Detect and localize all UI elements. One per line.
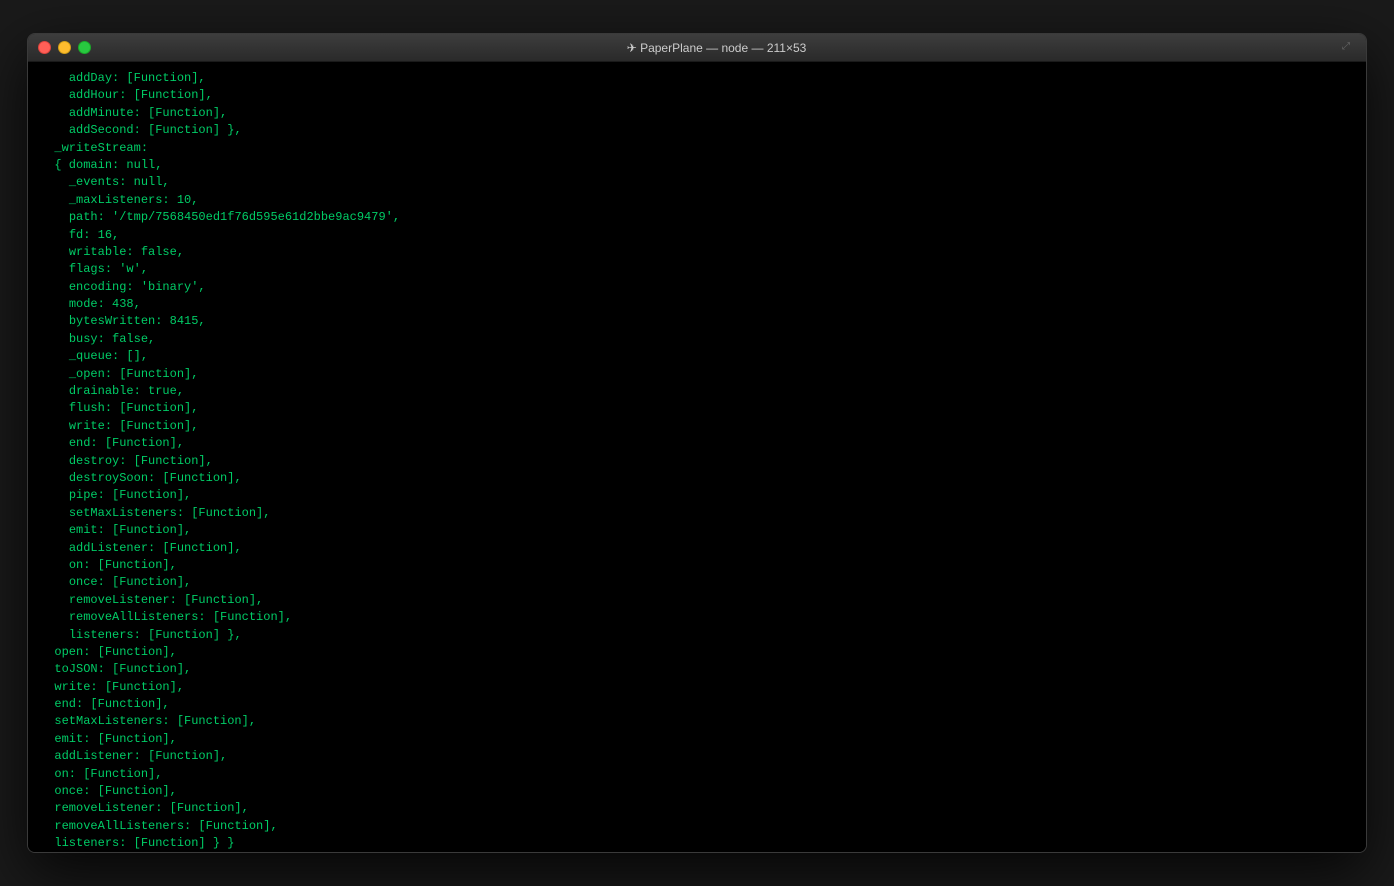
close-button[interactable] [38,41,51,54]
plane-icon: ✈ [627,41,640,55]
minimize-button[interactable] [58,41,71,54]
maximize-button[interactable] [78,41,91,54]
terminal-window: ✈ PaperPlane — node — 211×53 ⤢ addDay: [… [27,33,1367,853]
window-title: ✈ PaperPlane — node — 211×53 [91,41,1342,55]
title-bar: ✈ PaperPlane — node — 211×53 ⤢ [28,34,1366,62]
terminal-output: addDay: [Function], addHour: [Function],… [40,70,1354,852]
resize-icon: ⤢ [1342,41,1356,55]
traffic-lights [38,41,91,54]
terminal-body[interactable]: addDay: [Function], addHour: [Function],… [28,62,1366,852]
